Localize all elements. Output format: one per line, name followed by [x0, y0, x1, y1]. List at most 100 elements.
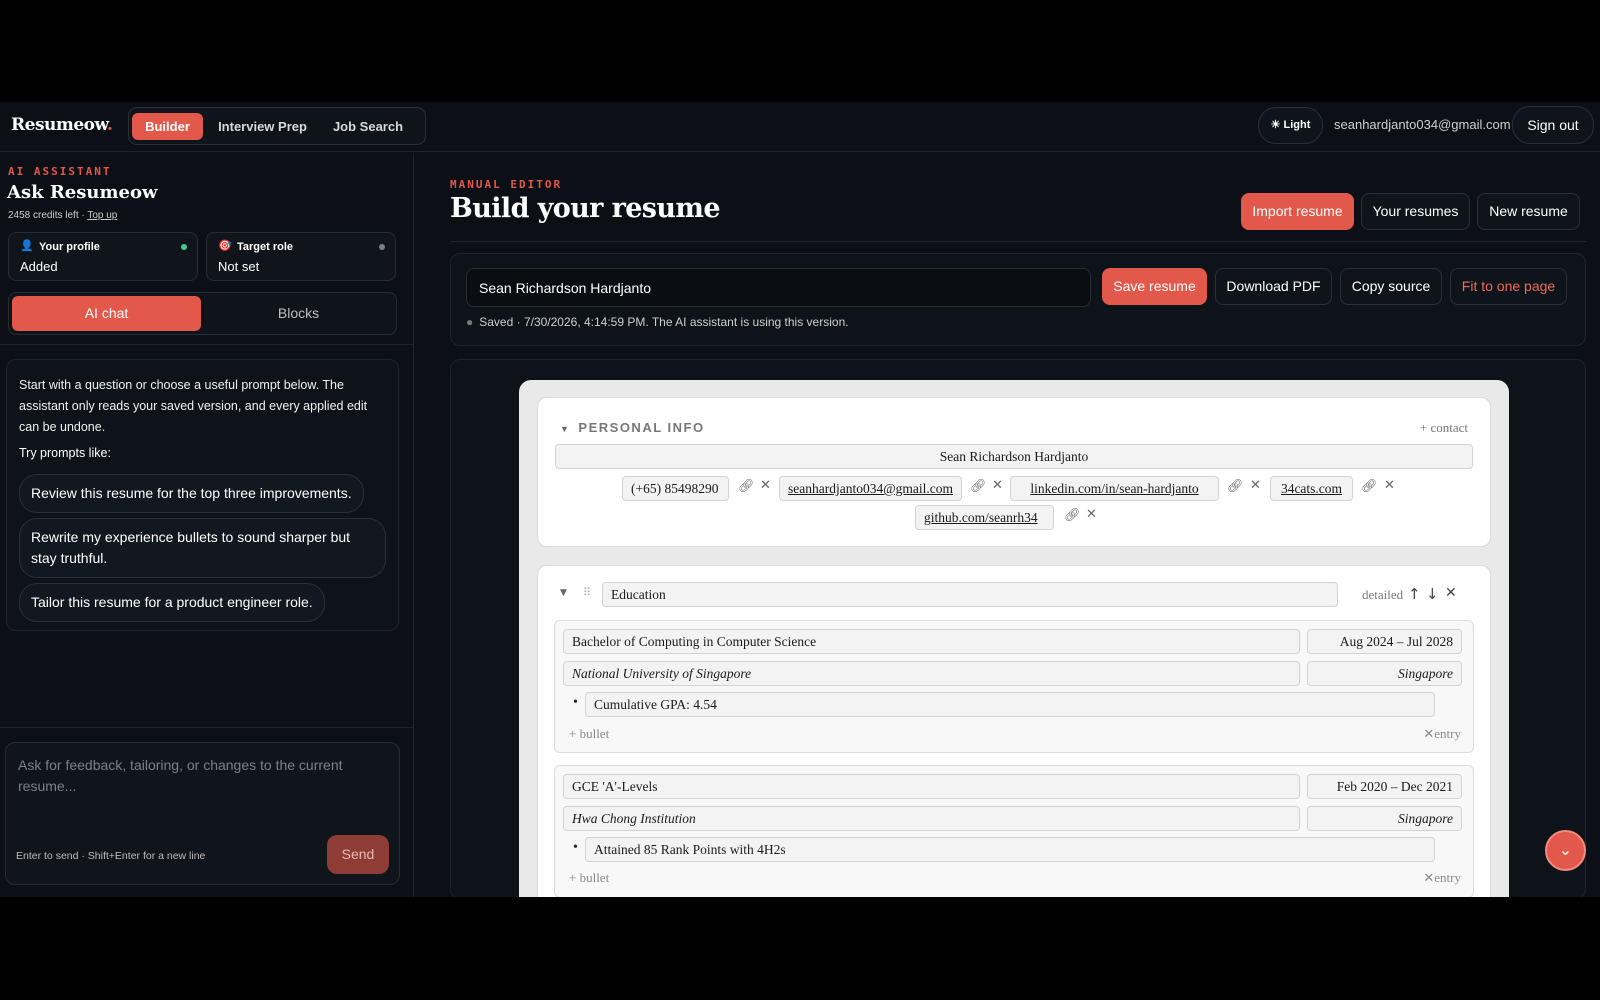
prompt-suggestion[interactable]: Review this resume for the top three imp…	[19, 474, 364, 513]
bullet-marker: •	[573, 840, 578, 855]
divider	[0, 344, 414, 345]
layout-mode-toggle[interactable]: detailed	[1362, 587, 1403, 603]
bullet-field[interactable]: Cumulative GPA: 4.54	[585, 692, 1435, 717]
personal-info-section: ▼ PERSONAL INFO + contact Sean Richardson…	[537, 397, 1491, 547]
add-contact-button[interactable]: + contact	[1420, 420, 1468, 436]
website-field[interactable]: 34cats.com	[1270, 476, 1353, 501]
tab-job-search[interactable]: Job Search	[322, 113, 414, 140]
status-dot	[181, 244, 187, 250]
chat-composer: Enter to send · Shift+Enter for a new li…	[5, 742, 400, 885]
prompt-suggestion[interactable]: Rewrite my experience bullets to sound s…	[19, 518, 386, 578]
link-icon[interactable]: 🔗︎	[970, 479, 987, 494]
divider	[0, 727, 414, 728]
close-icon[interactable]: ✕	[760, 478, 771, 493]
manual-editor: MANUAL EDITOR Build your resume Import r…	[414, 153, 1600, 897]
link-icon[interactable]: 🔗︎	[738, 479, 755, 494]
app-window: Resumeow. Builder Interview Prep Job Sea…	[0, 102, 1600, 897]
location-field[interactable]: Singapore	[1307, 661, 1462, 686]
github-field[interactable]: github.com/seanrh34	[915, 505, 1054, 530]
linkedin-field[interactable]: linkedin.com/in/sean-hardjanto	[1010, 476, 1219, 501]
link-icon[interactable]: 🔗︎	[1227, 479, 1244, 494]
email-field[interactable]: seanhardjanto034@gmail.com	[779, 476, 962, 501]
name-field[interactable]: Sean Richardson Hardjanto	[555, 444, 1473, 469]
prompt-suggestion[interactable]: Tailor this resume for a product enginee…	[19, 583, 325, 622]
bullet-field[interactable]: Attained 85 Rank Points with 4H2s	[585, 837, 1435, 862]
school-field[interactable]: Hwa Chong Institution	[563, 806, 1300, 831]
degree-field[interactable]: GCE 'A'-Levels	[563, 774, 1300, 799]
top-navbar: Resumeow. Builder Interview Prep Job Sea…	[0, 102, 1600, 152]
phone-field[interactable]: (+65) 85498290	[622, 476, 729, 501]
education-section: ▼ ⠿ Education detailed ↑ ↓ ✕ Bachelor of…	[537, 565, 1491, 897]
ai-assistant-sidebar: AI ASSISTANT Ask Resumeow 2458 credits l…	[0, 153, 414, 897]
chat-intro: Start with a question or choose a useful…	[6, 359, 399, 631]
drag-handle-icon[interactable]: ⠿	[583, 586, 591, 599]
user-email: seanhardjanto034@gmail.com	[1334, 117, 1511, 132]
add-bullet-button[interactable]: + bullet	[569, 870, 609, 886]
logo[interactable]: Resumeow.	[11, 115, 113, 135]
tab-ai-chat[interactable]: AI chat	[12, 296, 201, 331]
import-resume-button[interactable]: Import resume	[1241, 193, 1354, 230]
download-pdf-button[interactable]: Download PDF	[1215, 268, 1332, 305]
sun-icon: ☀	[1270, 119, 1281, 131]
saved-status: ● Saved · 7/30/2026, 4:14:59 PM. The AI a…	[466, 315, 849, 329]
remove-entry-button[interactable]: ✕entry	[1423, 726, 1461, 742]
education-entry: Bachelor of Computing in Computer Scienc…	[554, 620, 1474, 753]
new-resume-button[interactable]: New resume	[1477, 193, 1580, 230]
theme-label: Light	[1283, 119, 1311, 131]
location-field[interactable]: Singapore	[1307, 806, 1462, 831]
personal-info-heading[interactable]: ▼ PERSONAL INFO	[560, 420, 705, 435]
theme-toggle-button[interactable]: ☀ Light	[1258, 107, 1323, 144]
copy-source-button[interactable]: Copy source	[1340, 268, 1442, 305]
remove-entry-button[interactable]: ✕entry	[1423, 870, 1461, 886]
profile-card[interactable]: 👤 Your profile Added	[8, 232, 198, 281]
section-title-field[interactable]: Education	[602, 582, 1338, 607]
chat-input[interactable]	[18, 755, 378, 815]
arrow-up-icon[interactable]: ↑	[1408, 585, 1421, 603]
your-resumes-button[interactable]: Your resumes	[1361, 193, 1470, 230]
education-entry: GCE 'A'-Levels Feb 2020 – Dec 2021 Hwa C…	[554, 765, 1474, 897]
target-role-label: Target role	[237, 241, 294, 253]
close-icon[interactable]: ✕	[1086, 507, 1097, 522]
add-bullet-button[interactable]: + bullet	[569, 726, 609, 742]
dates-field[interactable]: Feb 2020 – Dec 2021	[1307, 774, 1462, 799]
resume-toolbar: Save resume Download PDF Copy source Fit…	[450, 253, 1586, 346]
link-icon[interactable]: 🔗︎	[1361, 479, 1378, 494]
chevron-down-icon[interactable]: ▼	[560, 588, 567, 598]
sidebar-title: Ask Resumeow	[7, 182, 158, 203]
save-resume-button[interactable]: Save resume	[1102, 268, 1207, 305]
bullet-marker: •	[573, 695, 578, 710]
composer-hint: Enter to send · Shift+Enter for a new li…	[16, 850, 206, 862]
chevron-down-icon[interactable]: ▼	[560, 424, 570, 434]
link-icon[interactable]: 🔗︎	[1064, 508, 1081, 523]
target-role-value: Not set	[218, 259, 260, 274]
page-title: Build your resume	[450, 193, 721, 224]
tab-interview-prep[interactable]: Interview Prep	[209, 113, 316, 140]
send-button[interactable]: Send	[327, 835, 389, 874]
user-icon: 👤	[20, 240, 34, 252]
close-icon[interactable]: ✕	[1384, 478, 1395, 493]
fit-one-page-button[interactable]: Fit to one page	[1450, 268, 1567, 305]
school-field[interactable]: National University of Singapore	[563, 661, 1300, 686]
close-icon[interactable]: ✕	[1250, 478, 1261, 493]
degree-field[interactable]: Bachelor of Computing in Computer Scienc…	[563, 629, 1300, 654]
sign-out-button[interactable]: Sign out	[1512, 106, 1594, 144]
resume-canvas: ▼ PERSONAL INFO + contact Sean Richardson…	[450, 359, 1586, 897]
dates-field[interactable]: Aug 2024 – Jul 2028	[1307, 629, 1462, 654]
credits-info: 2458 credits left · Top up	[8, 210, 118, 221]
target-role-card[interactable]: 🎯 Target role Not set	[206, 232, 396, 281]
close-icon: ✕	[1423, 726, 1435, 741]
scroll-down-button[interactable]: ⌄	[1545, 830, 1586, 871]
resume-name-input[interactable]	[466, 268, 1091, 307]
tab-builder[interactable]: Builder	[132, 113, 203, 140]
close-icon: ✕	[1423, 870, 1435, 885]
profile-card-label: Your profile	[39, 241, 100, 253]
top-up-link[interactable]: Top up	[87, 210, 117, 221]
target-icon: 🎯	[218, 240, 232, 252]
close-icon[interactable]: ✕	[1445, 585, 1457, 601]
close-icon[interactable]: ✕	[992, 478, 1003, 493]
arrow-down-icon[interactable]: ↓	[1426, 585, 1439, 603]
divider	[450, 241, 1586, 242]
try-prompts-label: Try prompts like:	[19, 446, 111, 460]
profile-card-value: Added	[20, 259, 58, 274]
tab-blocks[interactable]: Blocks	[204, 296, 393, 331]
